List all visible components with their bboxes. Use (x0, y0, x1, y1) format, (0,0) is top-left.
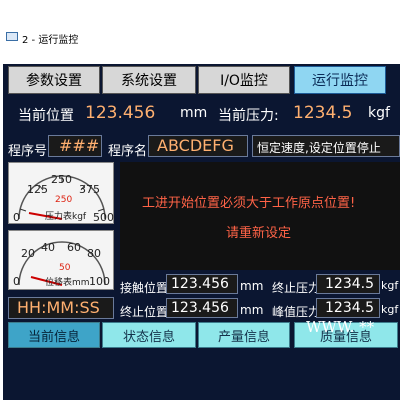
tab-system-settings[interactable]: 系统设置 (102, 66, 196, 94)
pressure-gauge-readout: 250 (55, 195, 73, 205)
program-name-label: 程序名 (108, 144, 148, 159)
contact-position-label: 接触位置 (120, 281, 169, 295)
bottom-tab-status-info[interactable]: 状态信息 (102, 322, 196, 348)
displacement-gauge: 20 40 60 80 0 100 50 位移表mm (8, 230, 114, 290)
watermark: WWW. ** (306, 318, 375, 336)
end-position-unit: mm (240, 303, 264, 317)
pressure-gauge: 125 250 375 0 500 250 压力表kgf (8, 162, 114, 224)
bottom-tab-current-info[interactable]: 当前信息 (8, 322, 100, 348)
displacement-tick-20: 20 (21, 247, 35, 260)
displacement-tick-80: 80 (87, 247, 101, 260)
message-area: 工进开始位置必须大于工作原点位置! 请重新设定 (120, 162, 400, 270)
pressure-gauge-caption: 压力表kgf (45, 212, 87, 222)
end-pressure-label: 终止压力 (272, 281, 321, 295)
program-name-box[interactable]: ABCDEFG (148, 135, 248, 157)
window-title: 2 - 运行监控 (22, 35, 79, 46)
program-number-value: ### (59, 136, 100, 155)
end-position-box: 123.456 (166, 298, 238, 318)
bottom-tab-label: 当前信息 (27, 329, 80, 345)
program-name-value: ABCDEFG (157, 136, 234, 155)
contact-position-box: 123.456 (166, 274, 238, 294)
mode-box: 恒定速度,设定位置停止 (252, 135, 400, 157)
pressure-tick-375: 375 (79, 183, 100, 196)
displacement-tick-100: 100 (89, 275, 110, 288)
window-titlebar: 2 - 运行监控 (0, 28, 400, 46)
peak-pressure-box: 1234.5 (316, 298, 380, 318)
end-position-label: 终止位置 (120, 305, 169, 319)
position-unit: mm (180, 105, 208, 121)
pressure-value: 1234.5 (293, 103, 353, 123)
pressure-tick-500: 500 (93, 211, 114, 224)
contact-position-unit: mm (240, 279, 264, 293)
tab-label: 系统设置 (121, 73, 177, 89)
position-value: 123.456 (85, 103, 156, 123)
program-number-label: 程序号 (8, 144, 48, 159)
end-position-value: 123.456 (171, 300, 229, 316)
tab-label: I/O监控 (220, 73, 268, 89)
window-icon (6, 32, 18, 41)
displacement-gauge-readout: 50 (59, 263, 71, 273)
peak-pressure-value: 1234.5 (325, 300, 374, 316)
program-number-box[interactable]: ### (48, 135, 102, 157)
tab-io-monitor[interactable]: I/O监控 (198, 66, 290, 94)
displacement-gauge-caption: 位移表mm (45, 278, 90, 288)
tab-label: 参数设置 (26, 73, 82, 89)
clock-text: HH:MM:SS (17, 298, 100, 317)
pressure-tick-250: 250 (51, 173, 72, 186)
bottom-tab-production-info[interactable]: 产量信息 (198, 322, 290, 348)
pressure-tick-0: 0 (13, 211, 20, 224)
displacement-tick-0: 0 (13, 275, 20, 288)
message-line2: 请重新设定 (226, 226, 292, 241)
message-line1: 工进开始位置必须大于工作原点位置! (142, 196, 356, 211)
position-label: 当前位置 (18, 108, 74, 124)
mode-text: 恒定速度,设定位置停止 (257, 141, 381, 155)
pressure-tick-125: 125 (27, 183, 48, 196)
peak-pressure-unit: kgf (381, 303, 399, 316)
end-pressure-value: 1234.5 (325, 276, 374, 292)
tab-run-monitor[interactable]: 运行监控 (294, 66, 386, 94)
pressure-label: 当前压力: (218, 108, 279, 124)
end-pressure-unit: kgf (381, 279, 399, 292)
contact-position-value: 123.456 (171, 276, 229, 292)
tab-parameter-settings[interactable]: 参数设置 (8, 66, 100, 94)
end-pressure-box: 1234.5 (316, 274, 380, 294)
displacement-tick-40: 40 (41, 241, 55, 254)
tab-label: 运行监控 (312, 73, 368, 89)
bottom-tab-label: 状态信息 (122, 329, 175, 345)
clock-box: HH:MM:SS (8, 297, 114, 319)
pressure-unit: kgf (368, 105, 390, 121)
displacement-tick-60: 60 (67, 241, 81, 254)
bottom-tab-label: 产量信息 (217, 329, 270, 345)
